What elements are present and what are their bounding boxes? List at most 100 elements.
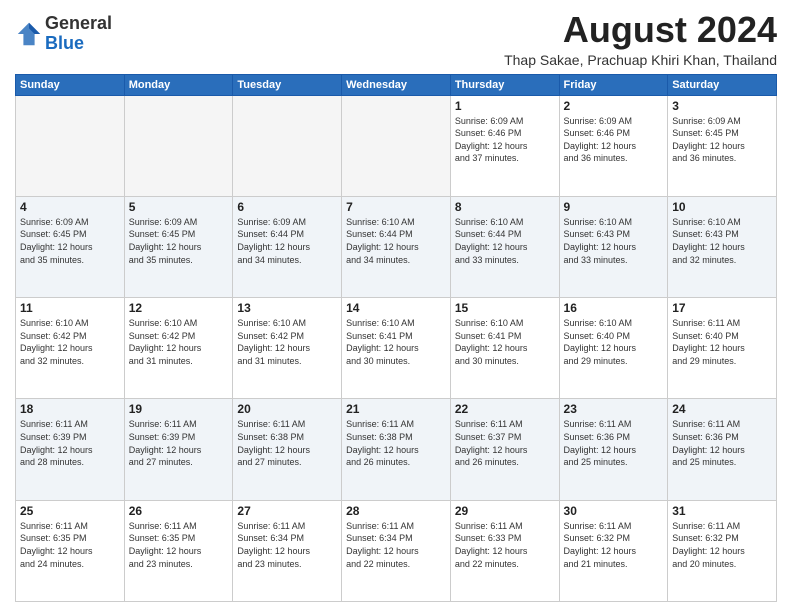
day-number: 12	[129, 301, 229, 315]
day-info: Sunrise: 6:09 AM Sunset: 6:44 PM Dayligh…	[237, 216, 337, 266]
calendar-cell: 25 Sunrise: 6:11 AM Sunset: 6:35 PM Dayli…	[16, 500, 125, 601]
calendar-cell	[233, 95, 342, 196]
calendar-cell: 5 Sunrise: 6:09 AM Sunset: 6:45 PM Daylig…	[124, 196, 233, 297]
day-number: 21	[346, 402, 446, 416]
day-info: Sunrise: 6:11 AM Sunset: 6:32 PM Dayligh…	[672, 520, 772, 570]
day-info: Sunrise: 6:10 AM Sunset: 6:43 PM Dayligh…	[564, 216, 664, 266]
day-number: 28	[346, 504, 446, 518]
day-info: Sunrise: 6:09 AM Sunset: 6:45 PM Dayligh…	[20, 216, 120, 266]
day-number: 9	[564, 200, 664, 214]
day-number: 13	[237, 301, 337, 315]
day-info: Sunrise: 6:11 AM Sunset: 6:33 PM Dayligh…	[455, 520, 555, 570]
calendar-cell: 16 Sunrise: 6:10 AM Sunset: 6:40 PM Dayli…	[559, 298, 668, 399]
calendar-cell: 19 Sunrise: 6:11 AM Sunset: 6:39 PM Dayli…	[124, 399, 233, 500]
day-info: Sunrise: 6:09 AM Sunset: 6:45 PM Dayligh…	[129, 216, 229, 266]
calendar-cell: 12 Sunrise: 6:10 AM Sunset: 6:42 PM Dayli…	[124, 298, 233, 399]
day-info: Sunrise: 6:10 AM Sunset: 6:41 PM Dayligh…	[455, 317, 555, 367]
day-info: Sunrise: 6:11 AM Sunset: 6:32 PM Dayligh…	[564, 520, 664, 570]
day-info: Sunrise: 6:11 AM Sunset: 6:36 PM Dayligh…	[672, 418, 772, 468]
day-info: Sunrise: 6:11 AM Sunset: 6:34 PM Dayligh…	[346, 520, 446, 570]
day-number: 3	[672, 99, 772, 113]
col-header-tuesday: Tuesday	[233, 74, 342, 95]
calendar-cell: 4 Sunrise: 6:09 AM Sunset: 6:45 PM Daylig…	[16, 196, 125, 297]
logo: General Blue	[15, 14, 112, 54]
calendar-cell: 21 Sunrise: 6:11 AM Sunset: 6:38 PM Dayli…	[342, 399, 451, 500]
day-info: Sunrise: 6:09 AM Sunset: 6:45 PM Dayligh…	[672, 115, 772, 165]
day-number: 10	[672, 200, 772, 214]
day-info: Sunrise: 6:10 AM Sunset: 6:40 PM Dayligh…	[564, 317, 664, 367]
day-number: 25	[20, 504, 120, 518]
day-number: 29	[455, 504, 555, 518]
day-number: 4	[20, 200, 120, 214]
calendar-cell: 2Sunrise: 6:09 AM Sunset: 6:46 PM Daylig…	[559, 95, 668, 196]
day-info: Sunrise: 6:11 AM Sunset: 6:35 PM Dayligh…	[129, 520, 229, 570]
calendar-cell: 13 Sunrise: 6:10 AM Sunset: 6:42 PM Dayli…	[233, 298, 342, 399]
day-info: Sunrise: 6:11 AM Sunset: 6:39 PM Dayligh…	[129, 418, 229, 468]
calendar-cell: 14 Sunrise: 6:10 AM Sunset: 6:41 PM Dayli…	[342, 298, 451, 399]
day-number: 5	[129, 200, 229, 214]
day-info: Sunrise: 6:11 AM Sunset: 6:40 PM Dayligh…	[672, 317, 772, 367]
week-row-5: 25 Sunrise: 6:11 AM Sunset: 6:35 PM Dayli…	[16, 500, 777, 601]
day-info: Sunrise: 6:10 AM Sunset: 6:42 PM Dayligh…	[237, 317, 337, 367]
day-number: 18	[20, 402, 120, 416]
day-number: 17	[672, 301, 772, 315]
day-info: Sunrise: 6:11 AM Sunset: 6:36 PM Dayligh…	[564, 418, 664, 468]
calendar-cell: 9 Sunrise: 6:10 AM Sunset: 6:43 PM Daylig…	[559, 196, 668, 297]
day-info: Sunrise: 6:09 AM Sunset: 6:46 PM Dayligh…	[455, 115, 555, 165]
day-number: 22	[455, 402, 555, 416]
day-info: Sunrise: 6:11 AM Sunset: 6:35 PM Dayligh…	[20, 520, 120, 570]
calendar-cell	[124, 95, 233, 196]
calendar-cell: 20Sunrise: 6:11 AM Sunset: 6:38 PM Dayli…	[233, 399, 342, 500]
calendar-cell: 28 Sunrise: 6:11 AM Sunset: 6:34 PM Dayli…	[342, 500, 451, 601]
week-row-1: 1 Sunrise: 6:09 AM Sunset: 6:46 PM Daylig…	[16, 95, 777, 196]
day-number: 26	[129, 504, 229, 518]
col-header-sunday: Sunday	[16, 74, 125, 95]
day-number: 23	[564, 402, 664, 416]
calendar-cell: 17 Sunrise: 6:11 AM Sunset: 6:40 PM Dayli…	[668, 298, 777, 399]
calendar-cell: 11Sunrise: 6:10 AM Sunset: 6:42 PM Dayli…	[16, 298, 125, 399]
calendar-cell: 29 Sunrise: 6:11 AM Sunset: 6:33 PM Dayli…	[450, 500, 559, 601]
calendar-cell: 23 Sunrise: 6:11 AM Sunset: 6:36 PM Dayli…	[559, 399, 668, 500]
logo-icon	[15, 20, 43, 48]
day-number: 6	[237, 200, 337, 214]
day-info: Sunrise: 6:11 AM Sunset: 6:38 PM Dayligh…	[346, 418, 446, 468]
calendar-cell: 30 Sunrise: 6:11 AM Sunset: 6:32 PM Dayli…	[559, 500, 668, 601]
day-number: 15	[455, 301, 555, 315]
calendar-cell: 8Sunrise: 6:10 AM Sunset: 6:44 PM Daylig…	[450, 196, 559, 297]
calendar-cell	[16, 95, 125, 196]
calendar-cell: 7 Sunrise: 6:10 AM Sunset: 6:44 PM Daylig…	[342, 196, 451, 297]
calendar-cell: 10 Sunrise: 6:10 AM Sunset: 6:43 PM Dayli…	[668, 196, 777, 297]
calendar-cell: 31 Sunrise: 6:11 AM Sunset: 6:32 PM Dayli…	[668, 500, 777, 601]
day-number: 24	[672, 402, 772, 416]
day-number: 19	[129, 402, 229, 416]
day-number: 14	[346, 301, 446, 315]
day-info: Sunrise: 6:09 AM Sunset: 6:46 PM Dayligh…	[564, 115, 664, 165]
logo-text: General Blue	[45, 14, 112, 54]
day-number: 1	[455, 99, 555, 113]
day-info: Sunrise: 6:10 AM Sunset: 6:44 PM Dayligh…	[346, 216, 446, 266]
week-row-4: 18 Sunrise: 6:11 AM Sunset: 6:39 PM Dayli…	[16, 399, 777, 500]
day-info: Sunrise: 6:10 AM Sunset: 6:41 PM Dayligh…	[346, 317, 446, 367]
day-info: Sunrise: 6:10 AM Sunset: 6:43 PM Dayligh…	[672, 216, 772, 266]
col-header-friday: Friday	[559, 74, 668, 95]
header: General Blue August 2024 Thap Sakae, Pra…	[15, 10, 777, 68]
day-number: 20	[237, 402, 337, 416]
day-info: Sunrise: 6:10 AM Sunset: 6:42 PM Dayligh…	[129, 317, 229, 367]
calendar-cell: 6 Sunrise: 6:09 AM Sunset: 6:44 PM Daylig…	[233, 196, 342, 297]
calendar-cell: 26 Sunrise: 6:11 AM Sunset: 6:35 PM Dayli…	[124, 500, 233, 601]
calendar-cell: 22Sunrise: 6:11 AM Sunset: 6:37 PM Dayli…	[450, 399, 559, 500]
page: General Blue August 2024 Thap Sakae, Pra…	[0, 0, 792, 612]
calendar-cell: 1 Sunrise: 6:09 AM Sunset: 6:46 PM Daylig…	[450, 95, 559, 196]
day-number: 31	[672, 504, 772, 518]
col-header-wednesday: Wednesday	[342, 74, 451, 95]
calendar-table: SundayMondayTuesdayWednesdayThursdayFrid…	[15, 74, 777, 602]
col-header-monday: Monday	[124, 74, 233, 95]
day-number: 7	[346, 200, 446, 214]
calendar-cell: 18Sunrise: 6:11 AM Sunset: 6:39 PM Dayli…	[16, 399, 125, 500]
location: Thap Sakae, Prachuap Khiri Khan, Thailan…	[504, 52, 777, 68]
day-number: 16	[564, 301, 664, 315]
month-year: August 2024	[504, 10, 777, 50]
day-number: 30	[564, 504, 664, 518]
day-info: Sunrise: 6:10 AM Sunset: 6:44 PM Dayligh…	[455, 216, 555, 266]
col-header-thursday: Thursday	[450, 74, 559, 95]
